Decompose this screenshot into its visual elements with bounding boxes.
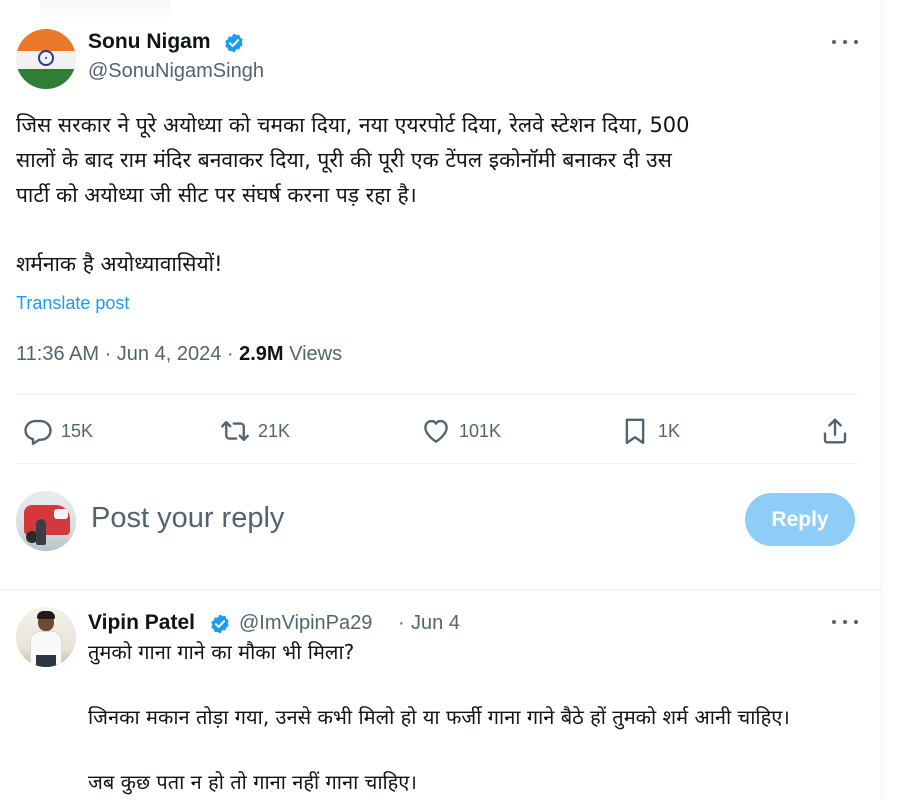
- reply-count: 15K: [61, 420, 94, 441]
- share-action[interactable]: [820, 415, 850, 447]
- avatar-flag-chakra: [38, 50, 54, 66]
- reply-text-line: जिनका मकान तोड़ा गया, उनसे कभी मिलो हो य…: [88, 705, 790, 729]
- share-icon: [823, 418, 847, 444]
- author-avatar[interactable]: [16, 29, 76, 89]
- translate-post-link[interactable]: Translate post: [16, 293, 129, 314]
- tweet-text-line: सालों के बाद राम मंदिर बनवाकर दिया, पूरी…: [16, 148, 672, 172]
- reply-author-avatar[interactable]: [16, 607, 76, 667]
- like-count: 101K: [459, 420, 502, 441]
- reply-input[interactable]: Post your reply: [91, 502, 284, 535]
- tweet-text-line: जिस सरकार ने पूरे अयोध्या को चमका दिया, …: [16, 113, 690, 137]
- views-count: 2.9M: [239, 343, 284, 365]
- divider: [16, 463, 858, 464]
- reply-button[interactable]: Reply: [745, 493, 855, 546]
- bookmark-icon: [625, 418, 645, 445]
- bookmark-count: 1K: [658, 420, 681, 441]
- like-action[interactable]: 101K: [421, 415, 501, 447]
- avatar-flag-green: [16, 69, 76, 89]
- more-icon[interactable]: [832, 617, 858, 627]
- page: Sonu Nigam @SonuNigamSingh जिस सरकार ने …: [0, 0, 919, 800]
- reply-icon: [24, 419, 52, 445]
- tweet-text-line: पार्टी को अयोध्या जी सीट पर संघर्ष करना …: [16, 183, 417, 207]
- more-icon[interactable]: [832, 37, 858, 47]
- avatar-legs: [36, 655, 56, 667]
- reply-text-line: तुमको गाना गाने का मौका भी मिला?: [88, 640, 355, 664]
- verified-badge-icon: [223, 32, 245, 54]
- column-border: [881, 0, 882, 800]
- avatar-person: [36, 519, 46, 545]
- repost-count: 21K: [258, 420, 291, 441]
- reply-author-handle[interactable]: @ImVipinPa29: [239, 612, 372, 635]
- reply-author-name[interactable]: Vipin Patel: [88, 611, 195, 635]
- reply-date[interactable]: Jun 4: [411, 612, 460, 635]
- top-fade: [40, 0, 170, 20]
- divider: [0, 589, 881, 590]
- verified-badge-icon: [209, 613, 231, 635]
- reply-action[interactable]: 15K: [23, 415, 93, 447]
- tweet-meta: 11:36 AM · Jun 4, 2024 · 2.9M Views: [16, 343, 342, 366]
- views-label: Views: [283, 343, 343, 365]
- repost-icon: [221, 421, 249, 441]
- reply-separator: ·: [398, 612, 405, 634]
- reply-text: तुमको गाना गाने का मौका भी मिला? जिनका म…: [88, 636, 868, 799]
- avatar-flag-saffron: [16, 29, 76, 51]
- divider: [16, 394, 858, 395]
- heart-icon: [424, 419, 448, 443]
- avatar-vehicle-window: [54, 509, 68, 519]
- author-name[interactable]: Sonu Nigam: [88, 30, 211, 54]
- tweet-text: जिस सरकार ने पूरे अयोध्या को चमका दिया, …: [16, 108, 876, 282]
- current-user-avatar[interactable]: [16, 491, 76, 551]
- repost-action[interactable]: 21K: [220, 415, 290, 447]
- bookmark-action[interactable]: 1K: [620, 415, 680, 447]
- tweet-text-line: शर्मनाक है अयोध्यावासियों!: [16, 252, 223, 276]
- avatar-hair: [37, 611, 55, 619]
- reply-text-line: जब कुछ पता न हो तो गाना नहीं गाना चाहिए।: [88, 770, 417, 794]
- author-handle[interactable]: @SonuNigamSingh: [88, 60, 264, 83]
- tweet-timestamp[interactable]: 11:36 AM · Jun 4, 2024 ·: [16, 343, 239, 365]
